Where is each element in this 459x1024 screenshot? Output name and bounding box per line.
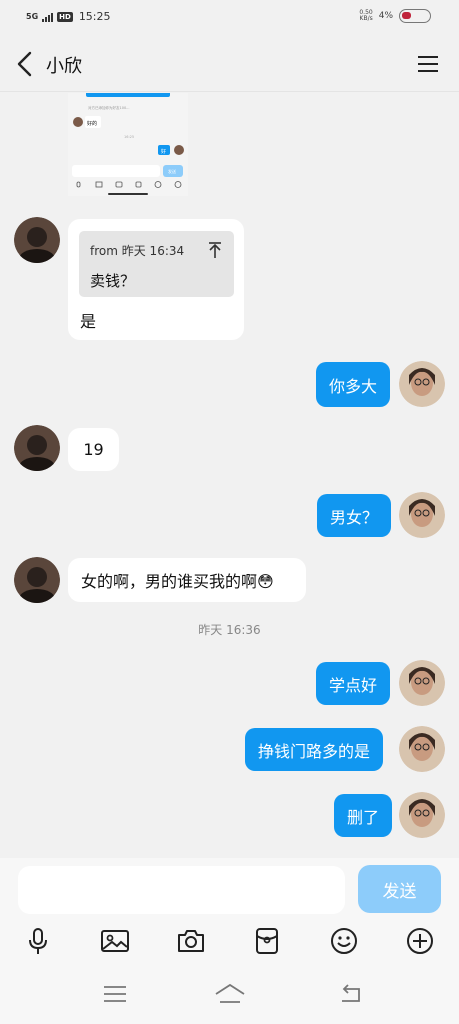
svg-text:好的: 好的	[87, 120, 97, 127]
svg-text:16:25: 16:25	[124, 135, 134, 139]
message-out[interactable]: 学点好	[316, 662, 391, 705]
menu-nav-icon[interactable]	[102, 982, 128, 1006]
quote-source: from 昨天 16:34	[90, 244, 185, 258]
message-text: 19	[83, 440, 104, 459]
avatar-contact[interactable]	[14, 557, 60, 603]
camera-icon[interactable]	[176, 926, 206, 956]
chat-title: 小欣	[46, 56, 82, 77]
svg-text:对方已添加你为好友100...: 对方已添加你为好友100...	[88, 105, 130, 110]
send-button[interactable]: 发送	[358, 865, 441, 913]
menu-button[interactable]	[417, 53, 439, 75]
jump-to-top-icon[interactable]	[208, 241, 222, 259]
status-bar: 5G HD 15:25 0.50 KB/s 4%	[0, 0, 459, 36]
shared-screenshot[interactable]: 对方已添加你为好友100... 好的 16:25 好 发送	[68, 93, 188, 196]
chat-area[interactable]: 对方已添加你为好友100... 好的 16:25 好 发送 from 昨天 16…	[0, 93, 459, 858]
red-packet-icon[interactable]	[252, 926, 282, 956]
svg-text:好: 好	[161, 148, 166, 155]
message-timestamp: 昨天 16:36	[198, 623, 261, 637]
svg-text:发送: 发送	[168, 168, 176, 174]
hamburger-menu-icon	[418, 56, 438, 72]
microphone-icon[interactable]	[23, 926, 53, 956]
battery-percent: 4%	[378, 11, 393, 21]
message-out[interactable]: 挣钱门路多的是	[245, 728, 384, 771]
reply-text: 是	[80, 312, 97, 331]
avatar-self[interactable]	[399, 361, 445, 407]
message-text: 女的啊，男的谁买我的啊😳	[81, 572, 274, 591]
network-speed: 0.50 KB/s	[359, 9, 373, 22]
avatar-self[interactable]	[399, 726, 445, 772]
message-out[interactable]: 删了	[334, 794, 393, 837]
avatar-contact[interactable]	[14, 217, 60, 263]
system-navbar	[0, 962, 459, 1024]
network-type: 5G	[26, 11, 39, 21]
emoji-icon[interactable]	[329, 926, 359, 956]
message-in[interactable]: 19	[68, 428, 119, 471]
chat-header: 小欣	[0, 36, 459, 92]
message-in[interactable]: 女的啊，男的谁买我的啊😳	[68, 558, 306, 602]
hd-badge: HD	[57, 11, 73, 22]
image-icon[interactable]	[100, 926, 130, 956]
quoted-message[interactable]: from 昨天 16:34 卖钱？	[79, 231, 234, 297]
home-nav-icon[interactable]	[214, 982, 246, 1006]
chat-toolbar	[0, 922, 459, 962]
avatar-self[interactable]	[399, 492, 445, 538]
avatar-self[interactable]	[399, 792, 445, 838]
message-out[interactable]: 男女？	[317, 494, 392, 537]
message-out[interactable]: 你多大	[316, 362, 391, 407]
status-time: 15:25	[78, 10, 111, 23]
back-button[interactable]	[14, 50, 38, 78]
message-input[interactable]	[18, 866, 345, 914]
avatar-self[interactable]	[399, 660, 445, 706]
status-right: 0.50 KB/s 4%	[359, 9, 431, 23]
plus-icon[interactable]	[405, 926, 435, 956]
message-in-quote[interactable]: from 昨天 16:34 卖钱？ 是	[68, 219, 244, 340]
back-nav-icon[interactable]	[337, 982, 363, 1006]
screenshot-preview: 对方已添加你为好友100... 好的 16:25 好 发送	[68, 93, 188, 196]
status-left: 5G HD 15:25	[26, 10, 111, 23]
input-bar: 发送	[0, 858, 459, 922]
battery-icon	[399, 9, 431, 23]
avatar-contact[interactable]	[14, 425, 60, 471]
back-arrow-icon	[17, 51, 32, 77]
signal-icon	[42, 12, 54, 22]
quote-text: 卖钱？	[90, 272, 136, 290]
